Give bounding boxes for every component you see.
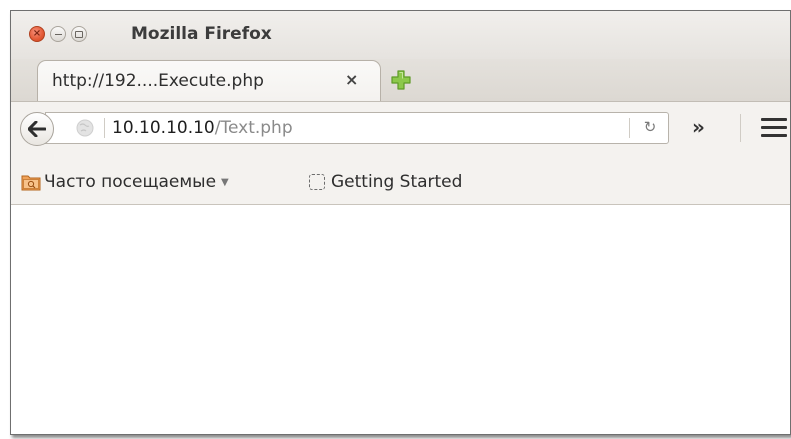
new-tab-plus-icon[interactable] <box>391 70 411 90</box>
reload-icon[interactable]: ↻ <box>640 118 660 138</box>
minimize-icon <box>54 33 62 35</box>
window-maximize-button[interactable] <box>71 26 87 42</box>
url-text[interactable]: 10.10.10.10/Text.php <box>112 118 293 138</box>
window-close-button[interactable]: × <box>29 26 45 42</box>
navigation-toolbar: 10.10.10.10/Text.php ↻ » <box>11 102 790 160</box>
hamburger-menu-icon[interactable] <box>761 118 787 138</box>
bookmark-getting-started[interactable]: Getting Started <box>309 170 462 194</box>
back-button[interactable] <box>20 112 54 146</box>
maximize-icon <box>75 30 83 38</box>
back-arrow-icon <box>28 121 46 137</box>
dashed-page-icon <box>309 174 325 190</box>
toolbar-overflow-chevron-icon[interactable]: » <box>692 115 705 139</box>
browser-window: × Mozilla Firefox http://192....Execute.… <box>10 10 791 435</box>
window-title: Mozilla Firefox <box>131 24 272 44</box>
folder-icon <box>21 175 41 191</box>
page-content[interactable] <box>11 205 790 434</box>
bookmark-most-visited-label: Часто посещаемые <box>44 172 217 192</box>
bookmark-getting-started-label: Getting Started <box>331 172 463 192</box>
url-bar[interactable]: 10.10.10.10/Text.php ↻ <box>45 112 669 144</box>
reload-separator <box>629 118 630 138</box>
bookmarks-toolbar: Часто посещаемые ▼ Getting Started <box>11 160 790 205</box>
close-icon: × <box>32 28 42 39</box>
tab-title: http://192....Execute.php <box>52 71 264 91</box>
bookmark-most-visited[interactable]: Часто посещаемые ▼ <box>21 170 229 194</box>
tab-active[interactable]: http://192....Execute.php × <box>37 60 381 101</box>
url-host: 10.10.10.10 <box>112 118 215 138</box>
url-separator <box>104 118 105 138</box>
tab-close-icon[interactable]: × <box>345 70 358 89</box>
url-path: /Text.php <box>214 118 293 138</box>
toolbar-separator <box>740 114 741 142</box>
tab-strip: http://192....Execute.php × <box>11 59 790 102</box>
title-bar[interactable]: × Mozilla Firefox <box>11 11 790 59</box>
chevron-down-icon: ▼ <box>221 176 229 188</box>
window-minimize-button[interactable] <box>50 26 66 42</box>
globe-icon <box>76 119 94 137</box>
